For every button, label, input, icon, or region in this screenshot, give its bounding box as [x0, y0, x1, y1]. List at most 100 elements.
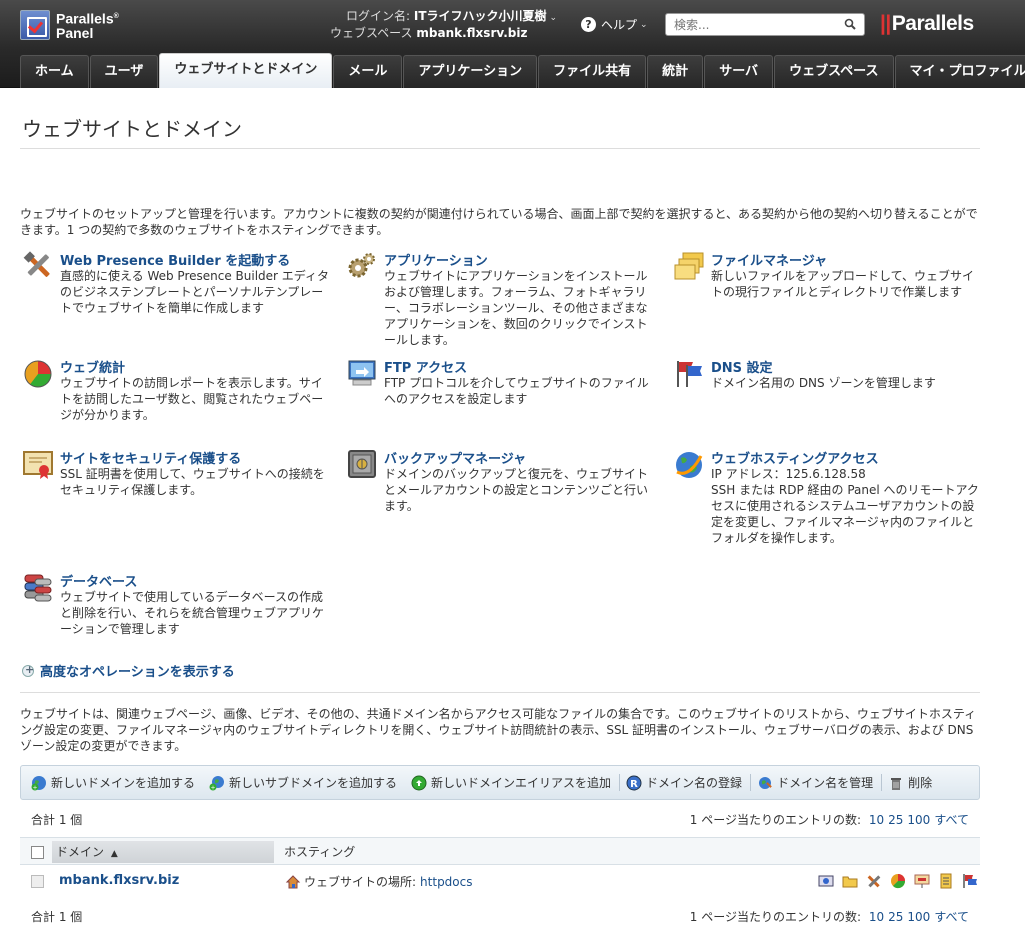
tab-my-profile[interactable]: マイ・プロファイル — [894, 55, 1025, 88]
row-checkbox[interactable] — [31, 875, 44, 888]
websites-description: ウェブサイトは、関連ウェブページ、画像、ビデオ、その他の、共通ドメイン名からアク… — [20, 707, 977, 753]
add-subdomain-button[interactable]: + 新しいサブドメインを追加する — [209, 774, 405, 791]
table-row: mbank.flxsrv.biz ウェブサイトの場所: httpdocs — [20, 866, 980, 896]
webspace-row: ウェブスペース mbank.flxsrv.biz — [330, 25, 570, 42]
select-all-checkbox[interactable] — [31, 846, 44, 859]
entries-per-page-bottom: 1 ページ当たりのエントリの数: 10 25 100 すべて — [690, 908, 969, 925]
add-domain-button[interactable]: + 新しいドメインを追加する — [31, 774, 203, 791]
tool-description: ウェブサイトにアプリケーションをインストールおよび管理します。フォーラム、フォト… — [384, 269, 648, 347]
tool-title[interactable]: ウェブ統計 — [60, 357, 125, 376]
help-icon: ? — [581, 17, 596, 32]
search-input[interactable] — [666, 14, 836, 35]
divider — [20, 692, 980, 693]
manage-domain-label: ドメイン名を管理 — [777, 776, 874, 790]
preview-icon[interactable] — [818, 873, 834, 889]
manage-domain-button[interactable]: ドメイン名を管理 — [757, 774, 883, 791]
tool-title[interactable]: FTP アクセス — [384, 357, 467, 376]
globe-icon — [676, 452, 703, 478]
safe-icon — [348, 450, 376, 478]
dns-flags-icon[interactable] — [962, 873, 978, 889]
login-label: ログイン名: — [346, 9, 414, 23]
per-page-25[interactable]: 25 — [888, 813, 903, 827]
total-count-bottom: 合計 1 個 — [31, 910, 83, 924]
tool-title[interactable]: ファイルマネージャ — [711, 250, 827, 269]
tab-server[interactable]: サーバ — [704, 55, 774, 88]
login-user[interactable]: ITライフハック小川夏樹 — [414, 9, 547, 23]
tool-description: FTP プロトコルを介してウェブサイトのファイルへのアクセスを設定します — [384, 376, 649, 406]
parallels-bars-icon: || — [880, 12, 891, 35]
per-page-100[interactable]: 100 — [907, 910, 930, 924]
tool-title[interactable]: Web Presence Builder を起動する — [60, 250, 290, 269]
page-title: ウェブサイトとドメイン — [22, 117, 242, 141]
per-page-25[interactable]: 25 — [888, 910, 903, 924]
tab-websites-domains[interactable]: ウェブサイトとドメイン — [159, 53, 333, 88]
tab-webspace[interactable]: ウェブスペース — [774, 55, 894, 88]
chevron-down-icon[interactable]: ⌄ — [550, 13, 558, 23]
ftp-icon — [348, 360, 376, 386]
gears-icon — [348, 253, 375, 278]
tool-description: ウェブサイトの訪問レポートを表示します。サイトを訪問したユーザ数と、閲覧されたウ… — [60, 376, 324, 422]
register-domain-button[interactable]: R ドメイン名の登録 — [626, 774, 752, 791]
chevron-down-icon: ⌄ — [640, 19, 648, 30]
panel-logo[interactable]: Parallels® Panel — [20, 10, 119, 40]
ip-address: IP アドレス：125.6.128.58 — [711, 467, 866, 481]
tool-description: ウェブサイトで使用しているデータベースの作成と削除を行い、それらを統合管理ウェブ… — [60, 590, 325, 636]
tools-icon[interactable] — [866, 873, 882, 889]
svg-text:+: + — [32, 784, 37, 791]
tool-title[interactable]: データベース — [60, 571, 137, 590]
register-domain-label: ドメイン名の登録 — [646, 776, 743, 790]
add-domain-icon: + — [31, 775, 46, 791]
hosting-directory-link[interactable]: httpdocs — [420, 875, 472, 889]
search-icon[interactable] — [844, 18, 856, 30]
tab-applications[interactable]: アプリケーション — [403, 55, 538, 88]
statistics-icon[interactable] — [890, 873, 906, 889]
delete-button[interactable]: 削除 — [888, 774, 940, 791]
log-icon[interactable] — [938, 873, 954, 889]
presentation-icon[interactable] — [914, 873, 930, 889]
add-subdomain-label: 新しいサブドメインを追加する — [229, 776, 398, 790]
table-header: ドメイン ▲ ホスティング — [20, 837, 980, 865]
certificate-icon — [23, 451, 53, 479]
webspace-value: mbank.flxsrv.biz — [416, 26, 528, 40]
per-page-10[interactable]: 10 — [869, 813, 884, 827]
tab-users[interactable]: ユーザ — [89, 55, 159, 88]
tool-title[interactable]: バックアップマネージャ — [384, 448, 526, 467]
domain-link[interactable]: mbank.flxsrv.biz — [59, 873, 179, 888]
help-menu[interactable]: ? ヘルプ ⌄ — [581, 16, 648, 33]
home-icon — [285, 874, 301, 888]
per-page-all[interactable]: すべて — [934, 910, 969, 924]
login-selector[interactable]: ログイン名: ITライフハック小川夏樹 ⌄ — [330, 8, 570, 25]
logo-icon — [20, 10, 50, 40]
advanced-operations-label: 高度なオペレーションを表示する — [40, 665, 235, 680]
search-box — [665, 13, 865, 36]
tool-title[interactable]: サイトをセキュリティ保護する — [60, 448, 241, 467]
svg-text:+: + — [211, 784, 216, 791]
database-icon — [24, 574, 52, 602]
per-page-all[interactable]: すべて — [934, 813, 969, 827]
tool-title[interactable]: ウェブホスティングアクセス — [711, 448, 879, 467]
svg-text:R: R — [630, 779, 638, 790]
hosting-label: ウェブサイトの場所: — [304, 875, 417, 889]
per-page-100[interactable]: 100 — [907, 813, 930, 827]
main-tabs: ホーム ユーザ ウェブサイトとドメイン メール アプリケーション ファイル共有 … — [20, 53, 1025, 88]
tool-description: 直感的に使える Web Presence Builder エディタのビジネステン… — [60, 269, 329, 315]
tab-file-sharing[interactable]: ファイル共有 — [538, 55, 647, 88]
tool-description: ドメイン名用の DNS ゾーンを管理します — [711, 376, 936, 390]
column-header-domain[interactable]: ドメイン ▲ — [52, 841, 274, 863]
tool-title[interactable]: アプリケーション — [384, 250, 488, 269]
folder-icon[interactable] — [842, 873, 858, 889]
parallels-brand: ||Parallels — [880, 12, 974, 36]
delete-label: 削除 — [908, 776, 933, 790]
per-page-10[interactable]: 10 — [869, 910, 884, 924]
logo-line2: Panel — [56, 24, 94, 41]
help-label: ヘルプ — [601, 18, 638, 32]
register-icon: R — [626, 775, 642, 790]
sort-ascending-icon: ▲ — [110, 849, 118, 859]
tool-description: SSH または RDP 経由の Panel へのリモートアクセスに使用されるシス… — [711, 483, 979, 545]
add-alias-button[interactable]: 新しいドメインエイリアスを追加 — [411, 774, 621, 791]
tab-statistics[interactable]: 統計 — [647, 55, 704, 88]
tool-title[interactable]: DNS 設定 — [711, 357, 773, 376]
tab-home[interactable]: ホーム — [20, 55, 89, 88]
tab-mail[interactable]: メール — [333, 55, 403, 88]
advanced-operations-link[interactable]: 高度なオペレーションを表示する — [22, 661, 235, 680]
